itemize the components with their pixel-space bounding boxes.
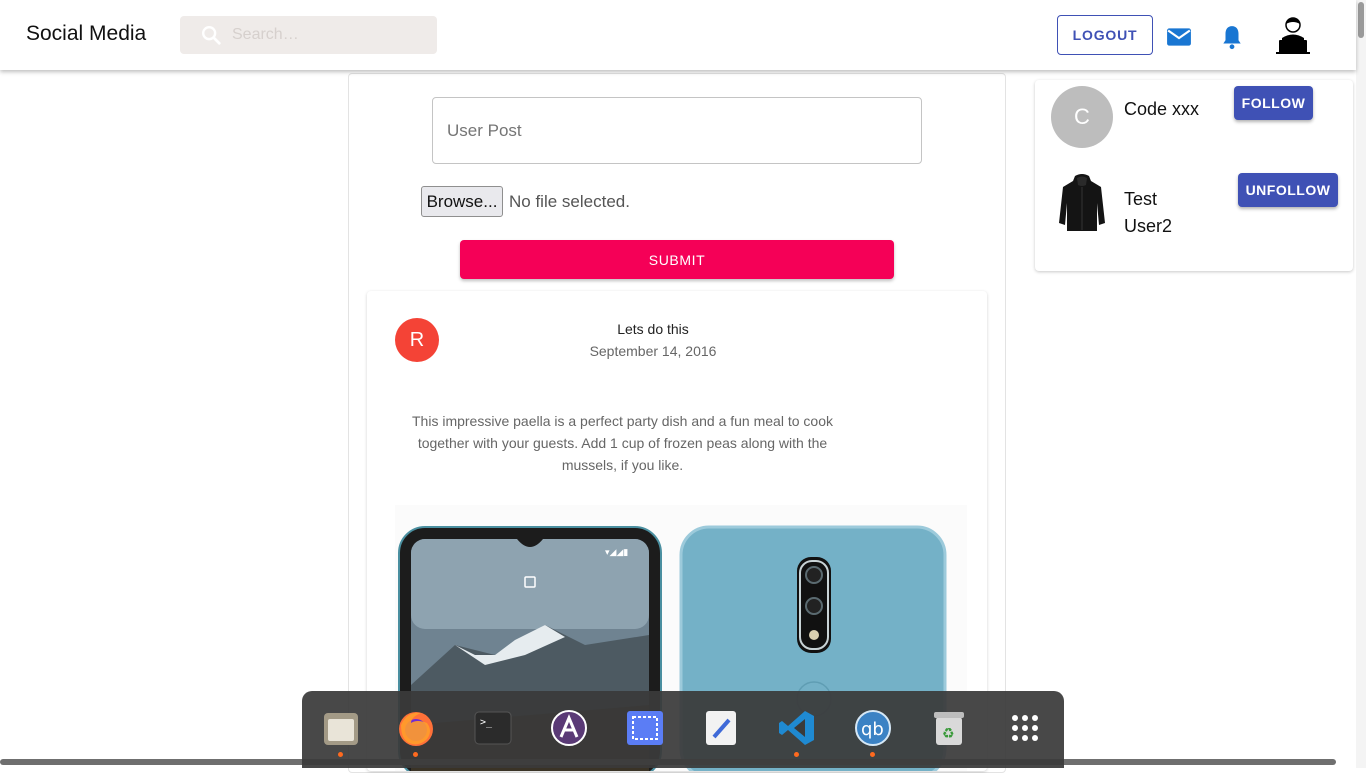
search-box[interactable] (180, 16, 437, 54)
search-icon (202, 26, 221, 45)
user-avatar-hoodie-icon[interactable] (1057, 173, 1107, 233)
app-title: Social Media (26, 22, 147, 45)
mail-icon[interactable] (1166, 24, 1192, 50)
search-input[interactable] (232, 22, 422, 48)
unfollow-button[interactable]: UNFOLLOW (1238, 173, 1338, 207)
running-indicator (870, 752, 875, 757)
post-title: Lets do this (617, 321, 689, 337)
screenshot-icon[interactable] (626, 709, 664, 747)
post-body: This impressive paella is a perfect part… (412, 413, 833, 473)
user-avatar[interactable]: C (1051, 86, 1113, 148)
svg-text:qb: qb (861, 719, 884, 740)
vertical-scrollbar[interactable] (1356, 0, 1366, 768)
trash-icon[interactable]: ♻ (930, 709, 968, 747)
submit-button[interactable]: SUBMIT (460, 240, 894, 279)
terminal-icon[interactable]: >_ (474, 709, 512, 747)
user-avatar-icon[interactable] (1276, 16, 1310, 54)
firefox-icon[interactable] (397, 709, 435, 747)
logout-button[interactable]: LOGOUT (1057, 15, 1153, 55)
running-indicator (338, 752, 343, 757)
app-grid-icon[interactable] (1006, 709, 1044, 747)
running-indicator (794, 752, 799, 757)
user-name: Code xxx (1124, 99, 1200, 119)
svg-text:♻: ♻ (942, 726, 955, 742)
file-status-text: No file selected. (509, 192, 630, 211)
scrollbar-thumb[interactable] (1358, 2, 1364, 38)
text-editor-icon[interactable] (702, 709, 740, 747)
app-store-icon[interactable] (550, 709, 588, 747)
svg-text:▾◢◢▮: ▾◢◢▮ (605, 548, 628, 558)
browse-file-button[interactable]: Browse... (421, 186, 503, 217)
user-name: Test User2 (1124, 189, 1173, 236)
notification-bell-icon[interactable] (1219, 24, 1245, 50)
svg-text:>_: >_ (480, 717, 493, 728)
qbittorrent-icon[interactable]: qb (854, 709, 892, 747)
taskbar-dock: >_ qb ♻ (302, 691, 1064, 768)
running-indicator (413, 752, 418, 757)
files-icon[interactable] (322, 709, 360, 747)
user-post-input[interactable] (432, 97, 922, 164)
post-date: September 14, 2016 (589, 343, 717, 359)
follow-button[interactable]: FOLLOW (1234, 86, 1313, 120)
vscode-icon[interactable] (778, 709, 816, 747)
post-author-avatar[interactable]: R (395, 318, 439, 362)
app-bar: Social Media LOGOUT (0, 0, 1356, 70)
